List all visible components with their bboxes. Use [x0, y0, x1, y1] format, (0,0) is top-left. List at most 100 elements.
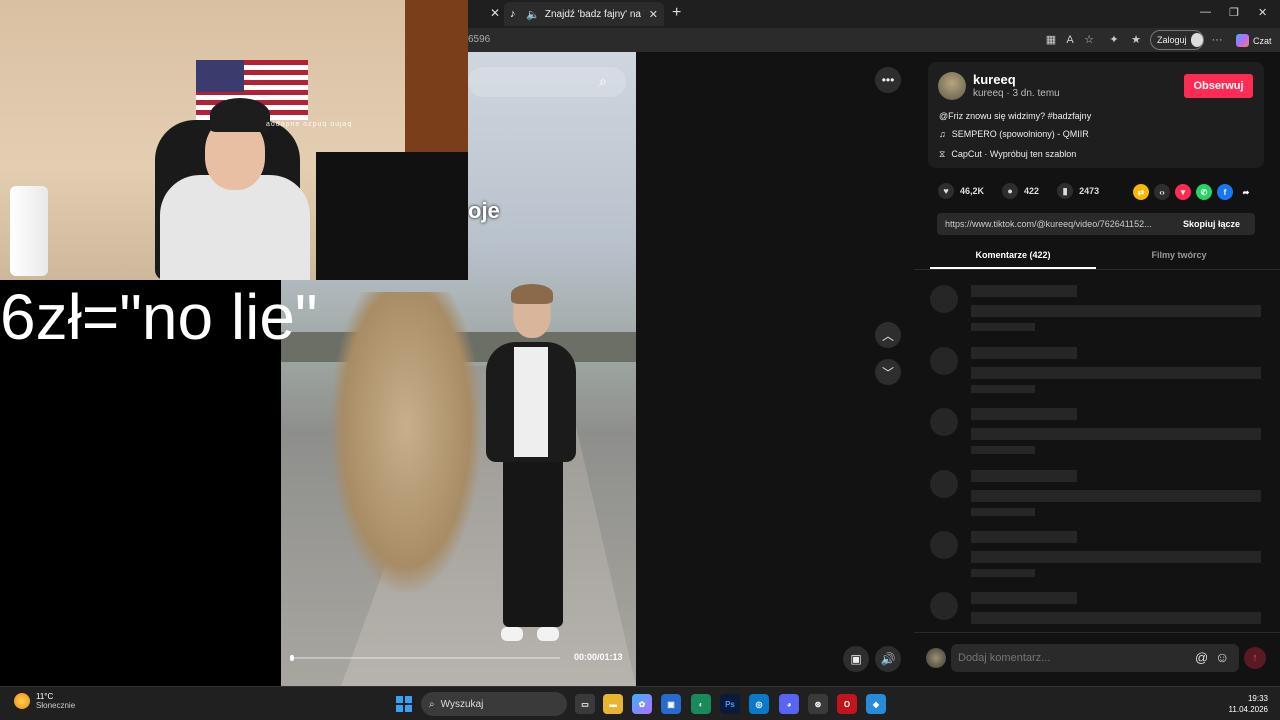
extensions-icon[interactable]: ✦ — [1107, 33, 1121, 47]
translate-icon[interactable]: A — [1063, 33, 1077, 47]
copilot-icon — [1236, 34, 1249, 47]
photoshop-icon[interactable]: Ps — [720, 694, 740, 714]
app-icon[interactable]: ◆ — [866, 694, 886, 714]
tabs-divider — [914, 269, 1280, 270]
repost-icon[interactable]: ⇄ — [1133, 184, 1149, 200]
video-progress-track[interactable] — [290, 657, 560, 659]
engagement-stats: ♥ 46,2K ● 422 ▮ 2473 — [938, 183, 1117, 199]
volume-button[interactable]: 🔊 — [875, 646, 901, 672]
tab-comments[interactable]: Komentarze (422) — [930, 250, 1096, 260]
like-button[interactable]: ♥ 46,2K — [938, 183, 984, 199]
favorites-icon[interactable]: ★ — [1129, 33, 1143, 47]
music-note-icon: ♫ — [939, 129, 946, 139]
person-shoe-left — [501, 627, 523, 641]
start-button[interactable] — [396, 696, 412, 712]
search-icon: ⌕ — [429, 698, 435, 710]
restore-button[interactable]: ❐ — [1229, 6, 1239, 19]
post-description: @Friz znowu się widzimy? #badzfajny — [939, 111, 1092, 121]
share-arrow-icon[interactable]: ➦ — [1238, 184, 1254, 200]
file-explorer-icon[interactable]: ▬ — [603, 694, 623, 714]
whatsapp-icon[interactable]: ✆ — [1196, 184, 1212, 200]
task-view-icon[interactable]: ▭ — [575, 694, 595, 714]
mention-button[interactable]: @ — [1195, 650, 1208, 665]
new-tab-button[interactable]: + — [672, 4, 681, 22]
camel-figure — [331, 292, 481, 592]
tab-creator-videos[interactable]: Filmy twórcy — [1096, 250, 1262, 260]
edge-icon[interactable]: ◎ — [749, 694, 769, 714]
follow-button[interactable]: Obserwuj — [1184, 74, 1253, 98]
copilot-app-icon[interactable]: ✿ — [632, 694, 652, 714]
save-count: 2473 — [1079, 186, 1100, 196]
chat-label: Czat — [1253, 35, 1272, 46]
video-caption-fragment: oje — [468, 198, 500, 223]
author-meta: kureeq · 3 dn. temu — [973, 88, 1060, 99]
clock-date: 11.04.2026 — [1228, 705, 1268, 714]
comment-icon: ● — [1002, 183, 1019, 199]
music-link[interactable]: ♫ SEMPERO (spowolniony) - QMIIR — [939, 129, 1089, 139]
system-clock[interactable]: 19:33 11.04.2026 — [1226, 693, 1268, 715]
video-link[interactable]: https://www.tiktok.com/@kureeq/video/762… — [945, 219, 1171, 229]
weather-widget[interactable]: 11°C Słonecznie — [14, 692, 75, 710]
search-icon[interactable]: ⌕ — [599, 73, 607, 90]
clock-time: 19:33 — [1247, 694, 1268, 703]
capcut-link[interactable]: ⧖ CapCut · Wypróbuj ten szablon — [939, 149, 1076, 160]
comment-button[interactable]: ● 422 — [1002, 183, 1039, 199]
author-name[interactable]: kureeq — [973, 72, 1016, 87]
app-icon[interactable]: ◐ — [691, 694, 711, 714]
comment-skeleton — [930, 285, 1262, 331]
apps-icon[interactable]: ▦ — [1044, 33, 1058, 47]
save-button[interactable]: ▮ 2473 — [1057, 183, 1099, 199]
capcut-label: CapCut · Wypróbuj ten szablon — [951, 149, 1077, 159]
previous-video-button[interactable]: ︿ — [875, 322, 901, 348]
speaker-icon[interactable]: 🔈 — [526, 8, 540, 21]
copilot-chat-button[interactable]: Czat — [1236, 34, 1272, 47]
favorite-star-icon[interactable]: ☆ — [1082, 33, 1096, 47]
webcam-overlay: aodapne ozpuq oujaq — [0, 0, 468, 280]
close-previous-tab-icon[interactable]: ✕ — [488, 6, 502, 20]
copy-link-button[interactable]: Skopiuj łącze — [1183, 219, 1240, 229]
send-to-friend-icon[interactable]: ▼ — [1175, 184, 1191, 200]
music-title: SEMPERO (spowolniony) - QMIIR — [951, 129, 1089, 139]
login-button[interactable]: Zaloguj — [1150, 30, 1204, 50]
comment-count: 422 — [1024, 186, 1040, 196]
webcam-lamp — [10, 186, 48, 276]
login-label: Zaloguj — [1157, 35, 1187, 45]
comment-skeleton — [930, 531, 1262, 577]
store-icon[interactable]: ▣ — [661, 694, 681, 714]
person-shirt — [514, 347, 548, 457]
webcam-monitor — [316, 152, 468, 280]
comment-skeleton — [930, 347, 1262, 393]
sun-icon — [14, 693, 30, 709]
webcam-streamer-cap — [210, 98, 270, 132]
tab-tiktok[interactable]: ♪ 🔈 Znajdź 'badz fajny' na TikTok | ✕ — [504, 2, 664, 26]
url-field[interactable]: 6596 — [468, 34, 490, 45]
user-avatar — [926, 648, 946, 668]
close-tab-icon[interactable]: ✕ — [649, 8, 658, 21]
author-avatar[interactable] — [938, 72, 966, 100]
embed-icon[interactable]: ‹› — [1154, 184, 1170, 200]
weather-condition: Słonecznie — [36, 701, 76, 710]
comment-skeleton — [930, 470, 1262, 516]
emoji-icon[interactable]: ☺ — [1215, 649, 1229, 665]
more-options-button[interactable]: ••• — [875, 67, 901, 93]
tab-title: Znajdź 'badz fajny' na TikTok | — [544, 8, 644, 20]
search-label: Wyszukaj — [440, 698, 484, 710]
heart-icon: ♥ — [938, 183, 954, 199]
facebook-icon[interactable]: f — [1217, 184, 1233, 200]
share-icons: ⇄ ‹› ▼ ✆ f ➦ — [1133, 184, 1254, 200]
person-hair — [511, 284, 553, 304]
taskbar-search[interactable]: ⌕ Wyszukaj — [421, 692, 567, 716]
close-window-button[interactable]: ✕ — [1258, 6, 1267, 19]
next-video-button[interactable]: ﹀ — [875, 359, 901, 385]
floating-player-button[interactable]: ▣ — [843, 646, 869, 672]
opera-icon[interactable]: O — [837, 694, 857, 714]
minimize-button[interactable]: — — [1200, 6, 1211, 18]
video-progress-handle[interactable] — [290, 655, 294, 661]
steam-icon[interactable]: ⊛ — [808, 694, 828, 714]
tiktok-icon: ♪ — [510, 8, 516, 20]
stream-caption: 6zł="no lie" — [0, 281, 318, 353]
more-menu-icon[interactable]: ··· — [1210, 33, 1224, 47]
like-count: 46,2K — [960, 186, 985, 196]
send-comment-button[interactable]: ↑ — [1244, 647, 1266, 669]
discord-icon[interactable]: ◕ — [779, 694, 799, 714]
